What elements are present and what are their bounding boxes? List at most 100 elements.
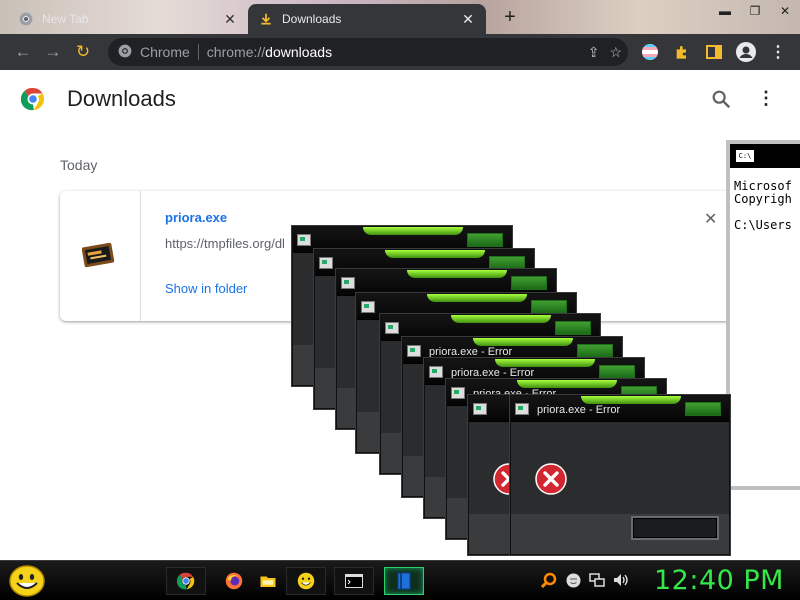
minimize-icon[interactable]: ▬ — [710, 0, 740, 22]
side-panel-icon[interactable] — [700, 38, 728, 66]
search-tray-icon[interactable] — [540, 571, 558, 589]
close-button[interactable] — [467, 233, 503, 247]
console-icon: C:\ — [736, 150, 754, 162]
smiley-icon — [297, 572, 315, 590]
show-in-folder-link[interactable]: Show in folder — [165, 281, 247, 296]
ok-button[interactable] — [631, 516, 719, 540]
window-controls: ▬ ❐ ✕ — [710, 0, 800, 22]
system-tray — [540, 571, 630, 589]
taskbar-active-app[interactable] — [384, 567, 424, 595]
error-dialog-window[interactable]: priora.exe - Error — [510, 395, 730, 555]
new-tab-button[interactable]: + — [498, 6, 522, 30]
close-icon[interactable]: ✕ — [770, 0, 800, 22]
executable-file-icon — [82, 242, 115, 268]
chrome-icon — [177, 572, 195, 590]
start-smiley-icon[interactable] — [8, 564, 46, 598]
command-prompt-window[interactable]: C:\ Microsof Copyrigh C:\Users — [726, 140, 800, 490]
download-filename-link[interactable]: priora.exe — [165, 210, 227, 225]
close-button[interactable] — [511, 276, 547, 290]
title-glow-decoration — [363, 227, 463, 235]
close-button[interactable] — [489, 256, 525, 270]
title-glow-decoration — [451, 315, 551, 323]
taskbar-console[interactable] — [334, 567, 374, 595]
error-dialog-title: priora.exe - Error — [537, 404, 621, 416]
more-actions-icon[interactable]: ⋮ — [756, 88, 776, 110]
tab-label: New Tab — [42, 12, 89, 26]
address-bar[interactable]: Chrome chrome:// downloads ⇪ ☆ — [108, 38, 628, 66]
downloads-header: Downloads ⋮ — [0, 70, 800, 128]
error-dialog-title: priora.exe - Error — [429, 346, 513, 358]
forward-arrow-icon[interactable]: → — [38, 37, 68, 67]
title-glow-decoration — [495, 359, 595, 367]
taskbar-clock[interactable]: 12:40 PM — [654, 565, 784, 596]
folder-icon — [260, 576, 276, 587]
taskbar-chrome[interactable] — [166, 567, 206, 595]
window-app-icon — [319, 257, 333, 269]
omnibox-actions: ⇪ ☆ — [588, 44, 622, 61]
window-app-icon — [515, 403, 529, 415]
console-line: Copyrigh — [734, 192, 792, 206]
tab-downloads[interactable]: Downloads ✕ — [248, 4, 486, 34]
window-app-icon — [451, 387, 465, 399]
page-title: Downloads — [67, 86, 176, 111]
console-output: Microsof Copyrigh C:\Users — [730, 168, 800, 486]
console-icon — [345, 574, 363, 588]
title-glow-decoration — [407, 270, 507, 278]
window-app-icon — [361, 301, 375, 313]
card-divider — [140, 191, 141, 321]
title-glow-decoration — [473, 338, 573, 346]
profile-avatar-icon[interactable] — [732, 38, 760, 66]
chrome-icon — [18, 11, 34, 27]
share-icon[interactable]: ⇪ — [588, 44, 600, 61]
chrome-site-icon — [118, 44, 132, 61]
tab-new-tab[interactable]: New Tab ✕ — [8, 4, 248, 34]
error-dialog-title: priora.exe - Error — [451, 367, 535, 379]
error-x-icon — [535, 463, 567, 495]
window-app-icon — [297, 234, 311, 246]
omnibox-url-prefix: chrome:// — [206, 44, 266, 60]
book-icon — [397, 572, 411, 590]
omnibox-separator — [197, 44, 199, 60]
close-button[interactable] — [685, 402, 721, 416]
error-dialog-title-bar[interactable]: priora.exe - Error — [511, 396, 729, 422]
window-app-icon — [473, 403, 487, 415]
console-title-bar[interactable]: C:\ — [730, 144, 800, 168]
network-icon[interactable] — [588, 571, 606, 589]
profile-flag-icon[interactable] — [636, 38, 664, 66]
emoji-tray-icon[interactable] — [564, 571, 582, 589]
reload-icon[interactable]: ↻ — [68, 37, 98, 67]
window-app-icon — [407, 345, 421, 357]
download-source-url: https://tmpfiles.org/dl — [165, 236, 285, 251]
chrome-logo-icon — [21, 87, 45, 111]
maximize-icon[interactable]: ❐ — [740, 0, 770, 22]
close-button[interactable] — [531, 300, 567, 314]
close-button[interactable] — [577, 344, 613, 358]
date-section-label: Today — [60, 157, 98, 173]
back-arrow-icon[interactable]: ← — [8, 37, 38, 67]
volume-icon[interactable] — [612, 571, 630, 589]
tab-strip: New Tab ✕ Downloads ✕ + ▬ ❐ ✕ — [0, 0, 800, 34]
download-icon — [258, 11, 274, 27]
error-dialog-body — [511, 423, 729, 554]
taskbar-folder[interactable] — [248, 567, 288, 595]
tab-close-icon[interactable]: ✕ — [460, 11, 476, 28]
browser-toolbar: ← → ↻ Chrome chrome:// downloads ⇪ ☆ ⋮ — [0, 34, 800, 70]
title-glow-decoration — [517, 380, 617, 388]
window-app-icon — [341, 277, 355, 289]
search-icon[interactable] — [710, 88, 732, 110]
console-line: C:\Users — [734, 218, 792, 232]
tab-close-icon[interactable]: ✕ — [222, 11, 238, 28]
taskbar: 12:40 PM — [0, 560, 800, 600]
firefox-icon — [225, 572, 243, 590]
star-icon[interactable]: ☆ — [609, 44, 622, 61]
close-button[interactable] — [599, 365, 635, 379]
menu-kebab-icon[interactable]: ⋮ — [764, 38, 792, 66]
omnibox-url-host: downloads — [265, 44, 333, 60]
window-app-icon — [429, 366, 443, 378]
tab-label: Downloads — [282, 12, 342, 26]
omnibox-scheme-label: Chrome — [140, 44, 190, 60]
extensions-icon[interactable] — [668, 38, 696, 66]
close-button[interactable] — [555, 321, 591, 335]
remove-download-icon[interactable]: ✕ — [704, 209, 717, 229]
taskbar-smiley-app[interactable] — [286, 567, 326, 595]
